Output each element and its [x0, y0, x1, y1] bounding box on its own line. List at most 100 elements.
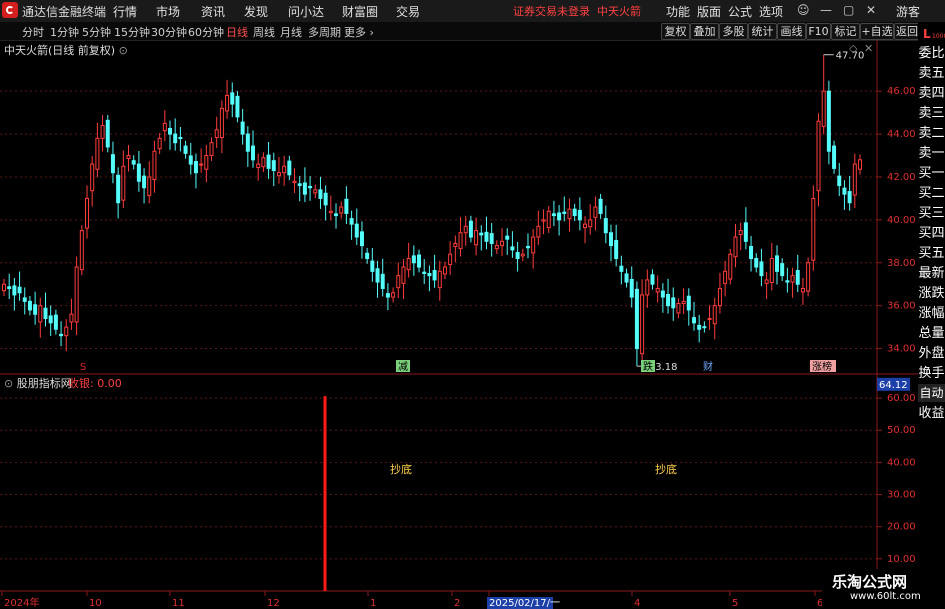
price-tick-label: 44.00 [887, 129, 916, 140]
candle-body [282, 165, 287, 174]
app-title: 通达信金融终端 [22, 5, 107, 19]
candle-body [479, 232, 484, 236]
sidebar-item-10[interactable]: 买五 [918, 244, 945, 264]
price-tick-label: 38.00 [887, 258, 916, 269]
candle-body [785, 280, 790, 283]
tool-back[interactable]: 返回 [894, 23, 920, 40]
auto-button[interactable]: 自动 [918, 384, 945, 402]
candle-body [313, 189, 318, 194]
candle-body [816, 120, 821, 192]
period-monthly[interactable]: 月线 [280, 24, 302, 40]
menu-wenxiaoda[interactable]: 问小达 [288, 3, 324, 20]
guest-label[interactable]: 游客 [896, 3, 920, 20]
event-marker[interactable]: 财 [703, 360, 713, 373]
period-weekly[interactable]: 周线 [253, 24, 275, 40]
tool-biaoji[interactable]: 标记 [831, 23, 860, 40]
candle-body [375, 268, 380, 283]
period-5min[interactable]: 5分钟 [82, 24, 111, 40]
sidebar-item-4[interactable]: 卖二 [918, 124, 945, 144]
candle-body [199, 163, 204, 166]
tool-huaxian[interactable]: 画线 [777, 23, 806, 40]
candle-body [645, 279, 650, 296]
tool-fuquan[interactable]: 复权 [661, 23, 690, 40]
menu-shichang[interactable]: 市场 [156, 3, 180, 20]
menu-xuanxiang[interactable]: 选项 [759, 3, 783, 20]
price-tick-label: 36.00 [887, 301, 916, 312]
settings-icon[interactable]: ⊙ [119, 44, 128, 57]
event-marker[interactable]: 减 [396, 360, 410, 373]
sidebar-item-12[interactable]: 涨跌 [918, 284, 945, 304]
candle-body [780, 263, 785, 277]
user-icon[interactable]: ☺ [797, 3, 810, 17]
diamond-icon[interactable]: ◇ [849, 42, 857, 55]
sidebar-item-1[interactable]: 卖五 [918, 64, 945, 84]
period-15min[interactable]: 15分钟 [114, 24, 150, 40]
candle-body [728, 253, 733, 280]
minimize-icon[interactable]: — [820, 3, 832, 17]
event-marker[interactable]: S [80, 362, 86, 373]
candle-body [686, 295, 691, 311]
indicator-settings-icon[interactable]: ⊙ [4, 377, 13, 390]
period-daily[interactable]: 日线 [226, 24, 248, 40]
menu-zixun[interactable]: 资讯 [201, 3, 225, 20]
menu-hangqing[interactable]: 行情 [113, 3, 137, 20]
period-more[interactable]: 更多 › [344, 24, 374, 40]
sidebar-item-14[interactable]: 总量 [918, 324, 945, 344]
tool-duogu[interactable]: 多股 [719, 23, 748, 40]
tool-tongji[interactable]: 统计 [748, 23, 777, 40]
sidebar-item-9[interactable]: 买四 [918, 224, 945, 244]
tool-diejia[interactable]: 叠加 [690, 23, 719, 40]
menu-caifuquan[interactable]: 财富圈 [342, 3, 378, 20]
event-marker[interactable]: 涨榜 [810, 360, 836, 373]
close-icon[interactable]: ✕ [866, 3, 876, 17]
candle-body [74, 266, 79, 323]
sidebar-item-16[interactable]: 换手 [918, 364, 945, 384]
candle-body [852, 163, 857, 196]
candle-body [598, 198, 603, 214]
candle-body [608, 232, 613, 247]
sidebar-item-3[interactable]: 卖三 [918, 104, 945, 124]
sidebar-item-13[interactable]: 涨幅 [918, 304, 945, 324]
candle-body [85, 197, 90, 229]
period-1min[interactable]: 1分钟 [50, 24, 79, 40]
login-warning[interactable]: 证券交易未登录 中天火箭 [513, 3, 641, 19]
sidebar-item-7[interactable]: 买二 [918, 184, 945, 204]
event-marker[interactable]: 跌 [641, 360, 655, 373]
candle-body [406, 257, 411, 271]
candle-body [702, 326, 707, 329]
candle-body [832, 145, 837, 169]
candle-body [110, 154, 115, 174]
candle-body [142, 175, 147, 189]
sidebar-item-2[interactable]: 卖四 [918, 84, 945, 104]
period-30min[interactable]: 30分钟 [151, 24, 187, 40]
sidebar-item-6[interactable]: 买一 [918, 164, 945, 184]
period-60min[interactable]: 60分钟 [188, 24, 224, 40]
menu-gongneng[interactable]: 功能 [666, 3, 690, 20]
candle-body [583, 223, 588, 229]
period-fenshi[interactable]: 分时 [22, 24, 44, 40]
sidebar-item-15[interactable]: 外盘 [918, 344, 945, 364]
restore-icon[interactable]: ▢ [843, 3, 854, 17]
candle-body [520, 253, 525, 257]
sidebar-item-5[interactable]: 卖一 [918, 144, 945, 164]
tool-add-watchlist[interactable]: +自选 [860, 23, 894, 40]
time-tick-label: 4 [634, 598, 640, 609]
sidebar-item-8[interactable]: 买三 [918, 204, 945, 224]
tool-f10[interactable]: F10 [806, 23, 831, 40]
menu-gongshi[interactable]: 公式 [728, 3, 752, 20]
sidebar-item-0[interactable]: 委比 [918, 44, 945, 64]
kline-chart[interactable]: 46.00 44.00 42.00 40.00 38.00 36.00 34.00 60.00… [0, 40, 918, 609]
candle-body [365, 252, 370, 259]
sidebar-item-18[interactable]: 收益 [918, 404, 945, 424]
sidebar-item-11[interactable]: 最新 [918, 264, 945, 284]
period-multi[interactable]: 多周期 [308, 24, 341, 40]
menu-faxian[interactable]: 发现 [244, 3, 268, 20]
menu-jiaoyi[interactable]: 交易 [396, 3, 420, 20]
menu-banmian[interactable]: 版面 [697, 3, 721, 20]
candle-body [551, 213, 556, 217]
candle-body [453, 242, 458, 247]
candle-body [391, 292, 396, 298]
candle-body [334, 213, 339, 217]
close-pane-icon[interactable]: ✕ [864, 42, 873, 55]
indicator-title[interactable]: ⊙ 股朋指标网 [4, 375, 72, 391]
